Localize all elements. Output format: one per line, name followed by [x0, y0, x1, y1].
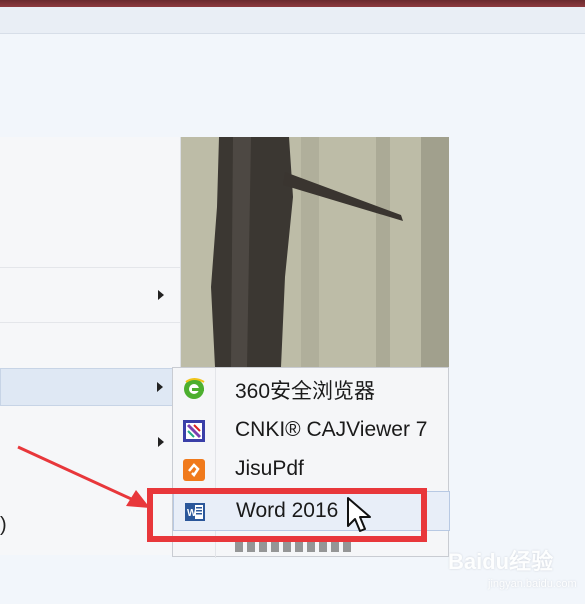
watermark-url: jingyan.baidu.com [488, 578, 577, 590]
annotation-arrow-icon [17, 445, 150, 508]
mouse-cursor-icon [347, 497, 371, 532]
watermark-brand: Baidu经验 [448, 549, 554, 574]
